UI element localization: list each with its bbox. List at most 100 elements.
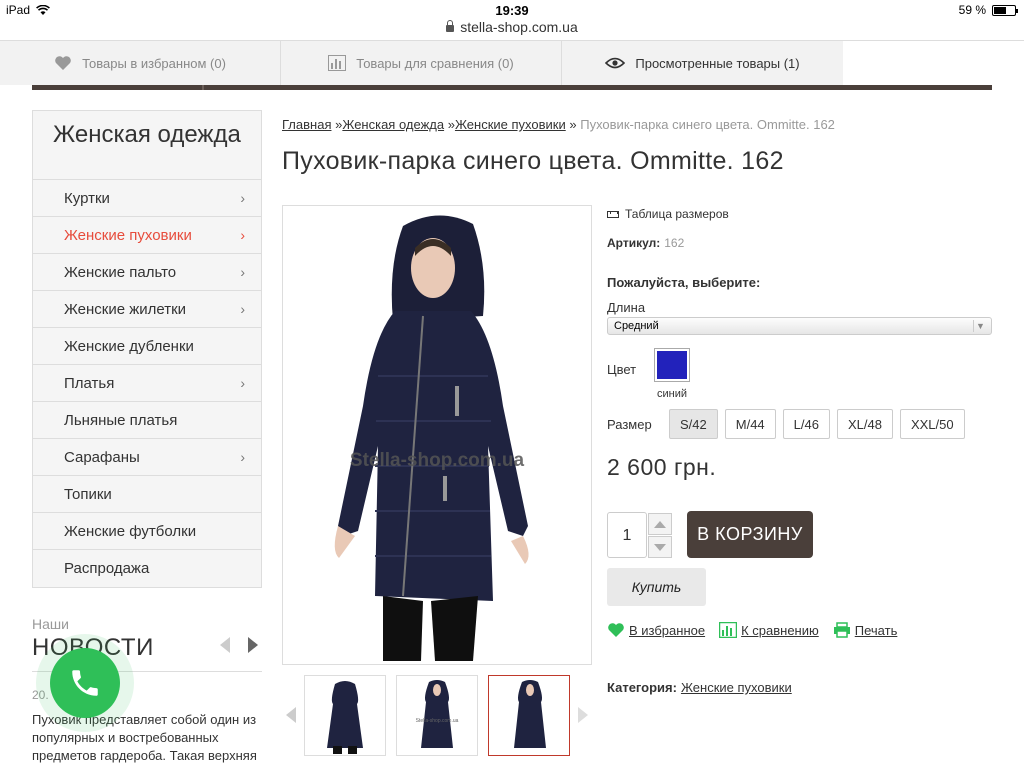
product-main-image[interactable]: Stella-shop.com.ua [282, 205, 592, 665]
length-select[interactable]: Средний ▼ [607, 317, 992, 335]
thumbnail-watermark: Stella-shop.com.ua [416, 718, 459, 724]
qty-decrease-button[interactable] [648, 536, 672, 558]
sidebar-item[interactable]: Сарафаны › [33, 439, 261, 476]
sku-label: Артикул: [607, 236, 661, 250]
thumb-prev-icon[interactable] [286, 707, 296, 723]
sidebar-item[interactable]: Льняные платья [33, 402, 261, 439]
thumbnail-3-selected[interactable] [488, 675, 570, 756]
sidebar-item-label: Распродажа [64, 560, 150, 577]
sidebar-item-label: Куртки [64, 189, 110, 207]
sidebar-item[interactable]: Женские пуховики › [33, 217, 261, 254]
news-nav [220, 637, 258, 653]
sidebar-title: Женская одежда [33, 111, 261, 180]
sidebar-item[interactable]: Распродажа [33, 550, 261, 587]
product-actions: В избранное К сравнению Печать [607, 622, 897, 638]
sidebar-item[interactable]: Куртки › [33, 180, 261, 217]
size-table-link[interactable]: Таблица размеров [607, 207, 729, 221]
favorites-link[interactable]: Товары в избранном (0) [0, 41, 281, 85]
sidebar-item[interactable]: Женские жилетки › [33, 291, 261, 328]
compare-link[interactable]: Товары для сравнения (0) [281, 41, 562, 85]
news-prev-icon[interactable] [220, 637, 230, 653]
sidebar-item-label: Льняные платья [64, 411, 178, 429]
sidebar-item-label: Женские жилетки [64, 300, 187, 318]
compare-label: Товары для сравнения (0) [356, 55, 514, 71]
page-title: Пуховик-парка синего цвета. Ommitte. 162 [282, 147, 784, 175]
sidebar-item[interactable]: Женские дубленки [33, 328, 261, 365]
category-sidebar: Женская одежда Куртки › Женские пуховики › Ж… [32, 110, 262, 588]
compare-action-label: К сравнению [741, 622, 819, 638]
breadcrumb-home[interactable]: Главная [282, 117, 331, 132]
chevron-right-icon: › [240, 449, 245, 465]
chevron-right-icon: › [240, 227, 245, 243]
size-option[interactable]: L/46 [782, 409, 830, 439]
lock-icon [446, 20, 455, 32]
call-button[interactable] [50, 648, 120, 718]
size-options: S/42 M/44 L/46 XL/48 XXL/50 [669, 409, 965, 439]
sidebar-item[interactable]: Женские пальто › [33, 254, 261, 291]
ios-status-bar: iPad 19:39 59 % [0, 0, 1024, 20]
top-toolbar: Товары в избранном (0) Товары для сравне… [0, 40, 1024, 85]
printer-icon [833, 622, 850, 638]
sidebar-item-label: Топики [64, 485, 112, 503]
favorites-label: Товары в избранном (0) [82, 55, 226, 71]
chevron-right-icon: › [240, 264, 245, 280]
chevron-right-icon: › [240, 301, 245, 317]
favorites-action-label: В избранное [629, 622, 706, 638]
toolbar-filler [843, 41, 1024, 85]
eye-icon [605, 57, 626, 69]
sidebar-item-label: Платья [64, 374, 115, 392]
add-to-compare-link[interactable]: К сравнению [719, 622, 819, 638]
image-watermark: Stella-shop.com.ua [350, 450, 525, 471]
chevron-right-icon: › [240, 190, 245, 206]
header-divider [32, 85, 992, 90]
breadcrumb: Главная »Женская одежда »Женские пуховик… [282, 117, 835, 132]
color-swatch-blue[interactable] [654, 348, 690, 382]
size-option[interactable]: XXL/50 [899, 409, 965, 439]
news-date: 20. [32, 688, 49, 702]
thumbnail-2[interactable]: Stella-shop.com.ua [396, 675, 478, 756]
sidebar-item-label: Женские пуховики [64, 226, 192, 244]
size-option[interactable]: S/42 [669, 409, 718, 439]
sku-value: 162 [664, 236, 685, 250]
size-option[interactable]: M/44 [724, 409, 776, 439]
bar-chart-icon [328, 55, 347, 71]
clock: 19:39 [495, 3, 529, 18]
viewed-link[interactable]: Просмотренные товары (1) [562, 41, 843, 85]
chevron-down-icon [654, 543, 666, 551]
qty-increase-button[interactable] [648, 513, 672, 535]
breadcrumb-sep: » [569, 117, 577, 132]
battery-icon [992, 4, 1018, 16]
battery-percent: 59 % [958, 3, 986, 17]
thumbnail-strip: Stella-shop.com.ua [282, 674, 592, 758]
print-link[interactable]: Печать [833, 622, 897, 638]
category-link[interactable]: Женские пуховики [681, 680, 792, 695]
sidebar-item[interactable]: Женские футболки [33, 513, 261, 550]
add-to-favorites-link[interactable]: В избранное [607, 622, 705, 638]
thumbnail-1[interactable] [304, 675, 386, 756]
sidebar-item[interactable]: Платья › [33, 365, 261, 402]
phone-icon [72, 670, 98, 696]
sidebar-item-label: Женские пальто [64, 263, 177, 281]
url-bar[interactable]: stella-shop.com.ua [0, 19, 1024, 35]
heart-icon [55, 56, 71, 70]
news-next-icon[interactable] [248, 637, 258, 653]
chevron-down-icon: ▼ [973, 320, 987, 332]
thumb-next-icon[interactable] [578, 707, 588, 723]
breadcrumb-womens-clothing[interactable]: Женская одежда [342, 117, 444, 132]
sku: Артикул: 162 [607, 236, 684, 250]
url-text: stella-shop.com.ua [460, 19, 578, 35]
color-name: синий [657, 388, 688, 400]
buy-button[interactable]: Купить [607, 568, 706, 606]
breadcrumb-down-jackets[interactable]: Женские пуховики [455, 117, 566, 132]
chevron-right-icon: › [240, 375, 245, 391]
sidebar-item-label: Сарафаны [64, 448, 140, 466]
add-to-cart-button[interactable]: В КОРЗИНУ [687, 511, 813, 558]
options-heading: Пожалуйста, выберите: [607, 275, 761, 290]
news-text: Пуховик представляет собой один из попул… [32, 712, 257, 768]
quantity-input[interactable]: 1 [607, 512, 647, 558]
size-option[interactable]: XL/48 [836, 409, 893, 439]
breadcrumb-current: Пуховик-парка синего цвета. Ommitte. 162 [580, 117, 835, 132]
sidebar-item[interactable]: Топики [33, 476, 261, 513]
length-label: Длина [607, 300, 646, 315]
category-label: Категория: [607, 680, 677, 695]
